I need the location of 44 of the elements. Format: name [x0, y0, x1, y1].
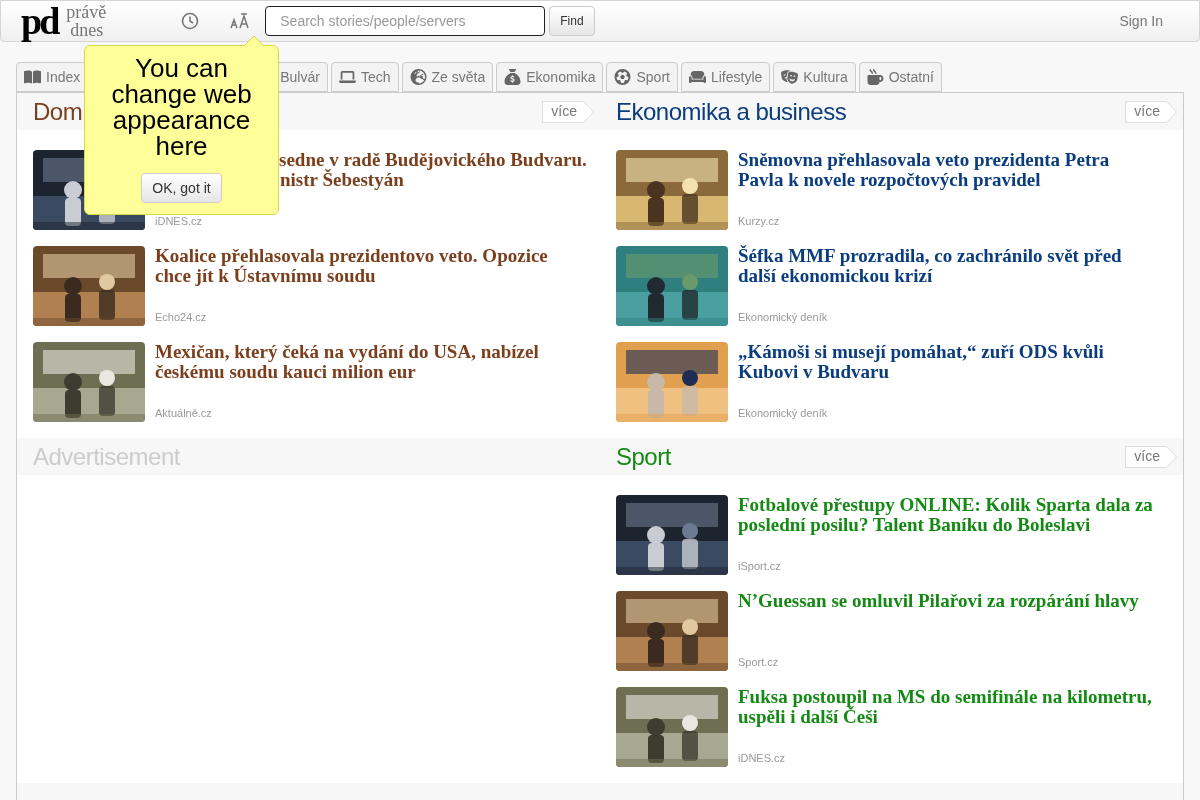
article-title[interactable]: Koalice přehlasovala prezidentovo veto. Opozice chce jít k Ústavnímu soudu	[155, 246, 584, 286]
tag-arrow-icon	[1166, 100, 1177, 123]
article-title[interactable]: „Kámoši si musejí pomáhat,“ zuří ODS kvůli Kubovi v Budvaru	[738, 342, 1167, 382]
category-tab[interactable]: Tech	[330, 62, 399, 92]
article-source: iSport.cz	[738, 559, 782, 573]
mug-icon	[866, 69, 884, 85]
category-tab[interactable]: Lifestyle	[680, 62, 771, 92]
article-source: iDNES.cz	[738, 751, 787, 765]
font-size-icon[interactable]	[230, 13, 251, 29]
article-title[interactable]: Fotbalové přestupy ONLINE: Kolik Sparta dala za poslední posilu? Talent Baníku do Boleslavi	[738, 495, 1167, 535]
category-tab[interactable]: Ostatní	[858, 62, 942, 92]
article-title[interactable]: Fuksa postoupil na MS do semifinále na kilometru, uspěli i další Češi	[738, 687, 1167, 727]
tag-arrow-icon	[583, 100, 594, 123]
article-source: Aktuálně.cz	[155, 406, 213, 420]
search-field[interactable]: Search stories/people/servers	[265, 6, 546, 36]
article-title[interactable]: Šéfka MMF prozradila, co zachránilo svět před další ekonomickou krizí	[738, 246, 1167, 286]
article-source: Kurzy.cz	[738, 214, 781, 228]
book-icon	[24, 69, 41, 85]
category-tab[interactable]: Sport	[606, 62, 678, 92]
section-title: Sport	[616, 442, 671, 471]
tag-arrow-icon	[1166, 445, 1177, 468]
article-source: Ekonomický deník	[738, 406, 829, 420]
money-bag-icon	[504, 69, 522, 85]
ok-button[interactable]: OK, got it	[141, 173, 222, 203]
armchair-icon	[688, 69, 706, 85]
globe-icon	[409, 69, 427, 85]
article-source: Echo24.cz	[155, 310, 208, 324]
category-tab[interactable]: Ekonomika	[496, 62, 604, 92]
sign-in-link[interactable]: Sign In	[1119, 10, 1163, 32]
tooltip-text: You can change web appearance here	[110, 55, 253, 159]
laptop-icon	[338, 69, 356, 85]
category-tab[interactable]: Kultura	[773, 62, 856, 92]
article-title[interactable]: Sněmovna přehlasovala veto prezidenta Petra Pavla k novele rozpočtových pravidel	[738, 150, 1167, 190]
clock-icon[interactable]	[181, 12, 200, 30]
article-source: iDNES.cz	[155, 214, 204, 228]
article-source: Sport.cz	[738, 655, 780, 669]
article-title[interactable]: N’Guessan se omluvil Pilařovi za rozpárání hlavy	[738, 591, 1167, 611]
article-source: Ekonomický deník	[738, 310, 829, 324]
section-title: Ekonomika a business	[616, 97, 847, 126]
article-title[interactable]: Mexičan, který čeká na vydání do USA, nabízel českému soudu kauci milion eur	[155, 342, 584, 382]
find-button[interactable]: Find	[549, 6, 595, 36]
masks-icon	[781, 69, 799, 85]
section-title: Dom	[33, 97, 83, 126]
category-tab[interactable]: Ze světa	[401, 62, 494, 92]
